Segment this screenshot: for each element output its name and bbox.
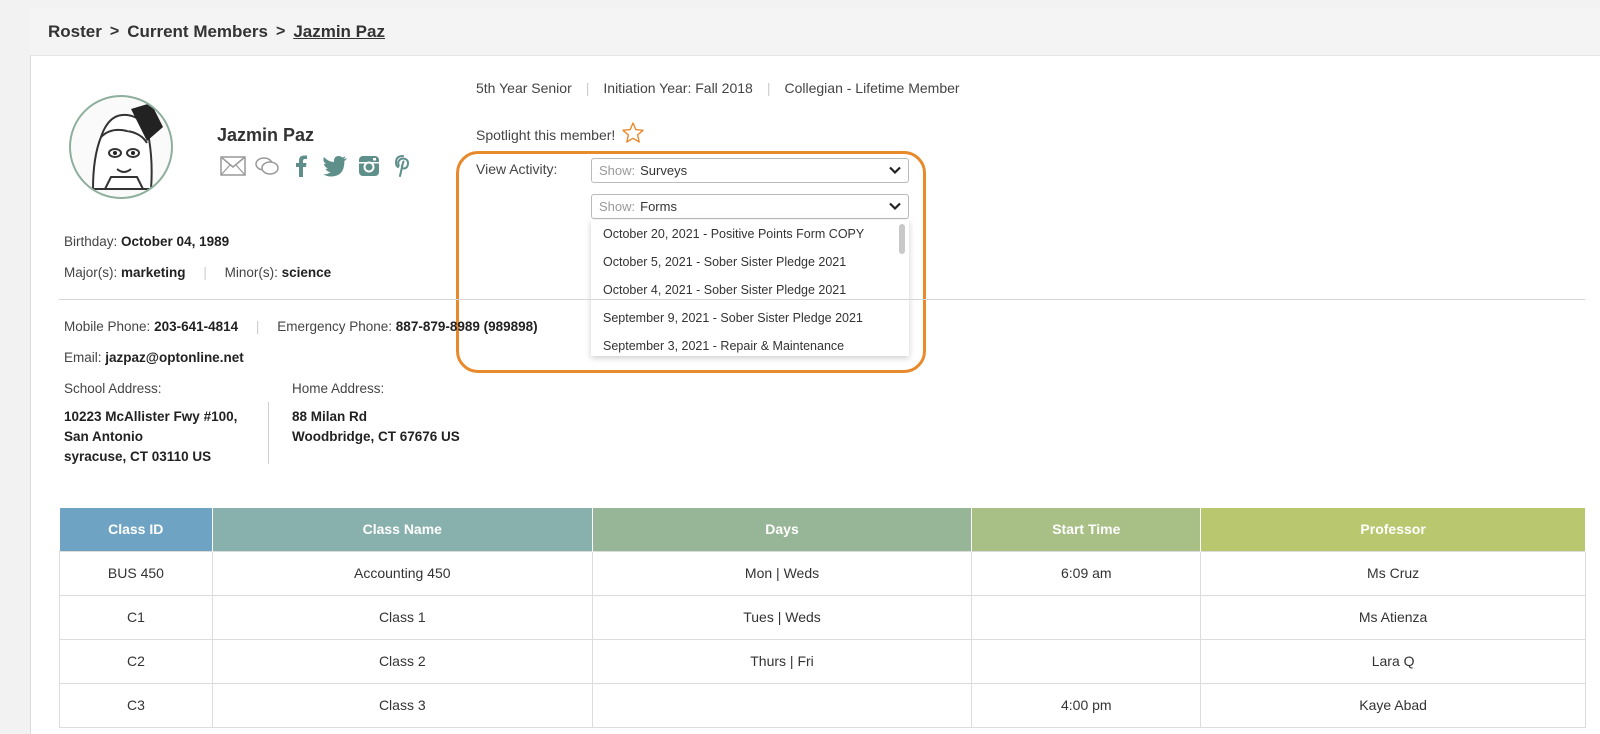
dropdown-option[interactable]: October 5, 2021 - Sober Sister Pledge 20… [591, 248, 909, 276]
section-divider [59, 299, 1585, 300]
column-header-start-time[interactable]: Start Time [971, 508, 1202, 551]
address-divider [268, 402, 269, 464]
home-address-label: Home Address: [292, 381, 385, 396]
forms-select[interactable]: Show: Forms [591, 194, 909, 219]
column-header-class-id[interactable]: Class ID [59, 508, 213, 551]
table-cell [971, 638, 1202, 684]
dropdown-scrollbar[interactable] [899, 224, 905, 254]
emergency-label: Emergency Phone: [277, 319, 393, 334]
email: Email: jazpaz@optonline.net [64, 350, 244, 365]
dropdown-option[interactable]: September 3, 2021 - Repair & Maintenance [591, 332, 909, 356]
breadcrumb-current-members[interactable]: Current Members [127, 22, 268, 42]
minor-value: science [281, 265, 332, 280]
table-cell: Lara Q [1200, 638, 1586, 684]
breadcrumb-separator: > [275, 23, 286, 40]
table-row: BUS 450 Accounting 450 Mon | Weds 6:09 a… [59, 550, 1586, 596]
member-status: Collegian - Lifetime Member [784, 80, 960, 96]
table-cell: C1 [59, 594, 213, 640]
table-cell: Kaye Abad [1200, 682, 1586, 728]
table-row: C1 Class 1 Tues | Weds Ms Atienza [59, 594, 1586, 640]
table-cell: Class 2 [211, 638, 593, 684]
divider: | [255, 319, 260, 334]
column-header-days[interactable]: Days [592, 508, 973, 551]
emergency-value: 887-879-8989 (989898) [395, 319, 538, 334]
email-label: Email: [64, 350, 102, 365]
table-cell: Class 1 [211, 594, 593, 640]
select-value: Forms [640, 199, 677, 214]
divider: | [766, 80, 771, 96]
chevron-down-icon [888, 199, 902, 216]
select-prefix: Show: [599, 163, 636, 178]
birthday: Birthday: October 04, 1989 [64, 234, 229, 249]
table-cell: 4:00 pm [971, 682, 1202, 728]
major-value: marketing [121, 265, 186, 280]
table-cell: C3 [59, 682, 213, 728]
select-prefix: Show: [599, 199, 636, 214]
dropdown-option[interactable]: October 20, 2021 - Positive Points Form … [591, 220, 909, 248]
initiation-year: Initiation Year: Fall 2018 [603, 80, 753, 96]
surveys-select[interactable]: Show: Surveys [591, 158, 909, 183]
view-activity-label: View Activity: [476, 161, 558, 177]
member-name: Jazmin Paz [217, 125, 315, 145]
table-cell: Ms Atienza [1200, 594, 1586, 640]
mobile-value: 203-641-4814 [154, 319, 239, 334]
column-header-class-name[interactable]: Class Name [212, 508, 593, 551]
home-address-line: Woodbridge, CT 67676 US [292, 429, 460, 444]
spotlight: Spotlight this member! [476, 121, 645, 148]
home-address: 88 Milan Rd Woodbridge, CT 67676 US [292, 407, 460, 447]
table-cell: BUS 450 [59, 550, 213, 596]
mail-icon[interactable] [220, 154, 246, 178]
member-meta: 5th Year Senior | Initiation Year: Fall … [476, 80, 960, 96]
table-header-row: Class ID Class Name Days Start Time Prof… [59, 508, 1586, 551]
column-header-professor[interactable]: Professor [1200, 508, 1586, 551]
class-year: 5th Year Senior [476, 80, 572, 96]
birthday-label: Birthday: [64, 234, 118, 249]
school-address-line: syracuse, CT 03110 US [64, 449, 212, 464]
breadcrumb: Roster > Current Members > Jazmin Paz [48, 22, 385, 42]
instagram-icon[interactable] [356, 154, 382, 178]
table-cell [591, 682, 973, 728]
table-cell: Mon | Weds [591, 550, 973, 596]
divider: | [585, 80, 590, 96]
table-row: C2 Class 2 Thurs | Fri Lara Q [59, 638, 1586, 684]
breadcrumb-member[interactable]: Jazmin Paz [293, 22, 385, 42]
table-cell: Accounting 450 [211, 550, 593, 596]
forms-dropdown-list: October 20, 2021 - Positive Points Form … [591, 220, 909, 356]
chevron-down-icon [888, 163, 902, 180]
home-address-line: 88 Milan Rd [292, 409, 368, 424]
spotlight-label: Spotlight this member! [476, 126, 616, 143]
school-address-line: 10223 McAllister Fwy #100, [64, 409, 238, 424]
breadcrumb-roster[interactable]: Roster [48, 22, 102, 42]
table-cell: Ms Cruz [1200, 550, 1586, 596]
school-address: 10223 McAllister Fwy #100, San Antonio s… [64, 407, 237, 467]
table-row: C3 Class 3 4:00 pm Kaye Abad [59, 682, 1586, 728]
divider: | [203, 265, 207, 280]
classes-table: Class ID Class Name Days Start Time Prof… [59, 508, 1586, 728]
avatar [69, 95, 173, 199]
pinterest-icon[interactable] [390, 154, 416, 178]
star-icon[interactable] [621, 121, 645, 148]
social-links [220, 154, 416, 178]
twitter-icon[interactable] [322, 154, 348, 178]
table-cell: Tues | Weds [591, 594, 973, 640]
breadcrumb-separator: > [109, 23, 120, 40]
school-address-line: San Antonio [64, 429, 143, 444]
minor-label: Minor(s): [224, 265, 278, 280]
table-cell: Class 3 [211, 682, 593, 728]
mobile-label: Mobile Phone: [64, 319, 151, 334]
birthday-value: October 04, 1989 [121, 234, 230, 249]
facebook-icon[interactable] [288, 154, 314, 178]
table-cell: 6:09 am [971, 550, 1202, 596]
chat-icon[interactable] [254, 154, 280, 178]
email-value[interactable]: jazpaz@optonline.net [105, 350, 243, 365]
select-value: Surveys [640, 163, 688, 178]
phones: Mobile Phone: 203-641-4814 | Emergency P… [64, 319, 538, 334]
school-address-label: School Address: [64, 381, 162, 396]
table-cell: Thurs | Fri [591, 638, 973, 684]
table-cell [971, 594, 1202, 640]
major-label: Major(s): [64, 265, 118, 280]
dropdown-option[interactable]: September 9, 2021 - Sober Sister Pledge … [591, 304, 909, 332]
majors-minors: Major(s): marketing | Minor(s): science [64, 265, 331, 280]
table-cell: C2 [59, 638, 213, 684]
